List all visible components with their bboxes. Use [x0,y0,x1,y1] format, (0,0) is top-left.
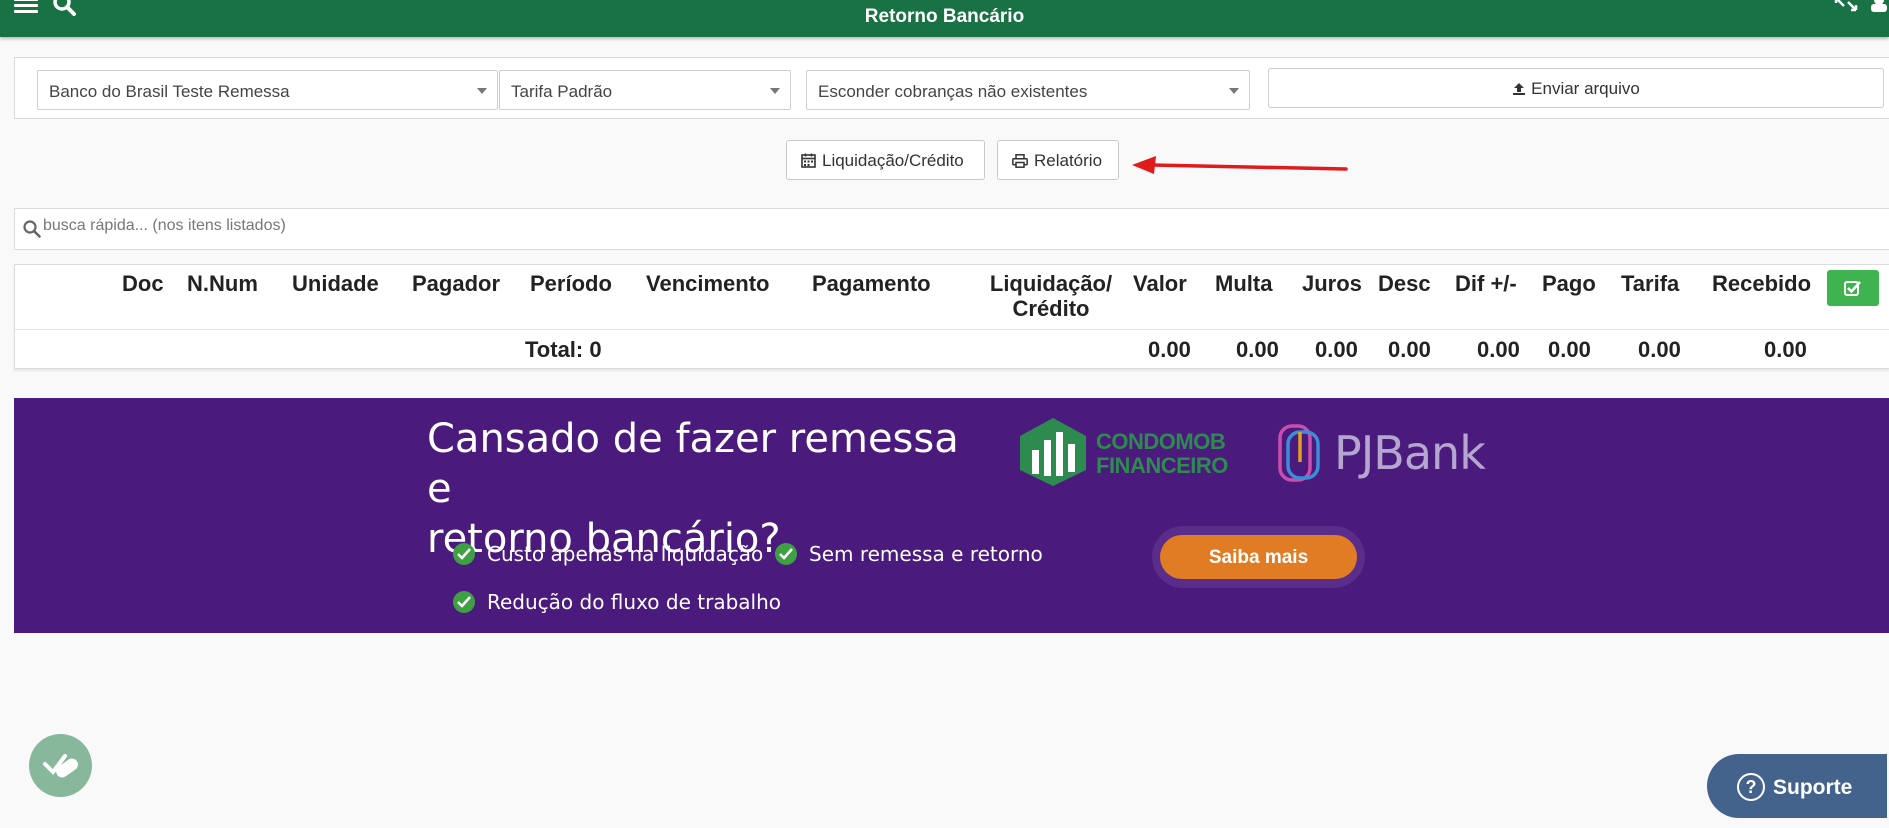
filter-panel: Banco do Brasil Teste Remessa Tarifa Pad… [14,57,1889,119]
upload-icon [1513,83,1526,95]
caret-down-icon [1229,88,1239,94]
relatorio-label: Relatório [1034,151,1103,170]
visibility-select[interactable]: Esconder cobranças não existentes [806,70,1250,110]
column-header-juros[interactable]: Juros [1302,271,1362,296]
pjbank-logo-text: PJBank [1334,426,1486,480]
promo-banner[interactable]: Cansado de fazer remessa e retorno bancá… [14,398,1889,633]
page-title: Retorno Bancário [864,6,1025,27]
column-header-liquidacao-line1: Liquidação/ [989,271,1113,296]
banner-bullet-1-text: Custo apenas na liquidação [487,542,764,566]
question-icon: ? [1737,773,1765,801]
banner-bullet-2: Sem remessa e retorno [775,542,1043,566]
column-header-periodo[interactable]: Período [530,271,612,296]
support-label: Suporte [1773,776,1853,799]
printer-icon [1012,154,1028,168]
condomob-logo-line2: FINANCEIRO [1096,453,1228,478]
total-recebido: 0.00 [1764,337,1807,362]
check-circle-icon [453,591,475,613]
caret-down-icon [477,88,487,94]
pill-icon [43,754,78,778]
banner-bullet-3-text: Redução do fluxo de trabalho [487,590,781,614]
column-header-dif[interactable]: Dif +/- [1455,271,1517,296]
pjbank-logo: PJBank [1276,420,1506,490]
user-icon[interactable] [1870,0,1888,12]
banner-headline-line1: Cansado de fazer remessa e [427,416,959,512]
quick-search-bar [14,208,1889,250]
total-tarifa: 0.00 [1638,337,1681,362]
condomob-financeiro-logo: CONDOMOB FINANCEIRO [1016,416,1236,492]
column-header-desc[interactable]: Desc [1378,271,1431,296]
column-header-tarifa[interactable]: Tarifa [1621,271,1679,296]
bank-select-value: Banco do Brasil Teste Remessa [49,82,290,101]
column-header-vencimento[interactable]: Vencimento [646,271,769,296]
column-header-liquidacao-line2: Crédito [1012,296,1090,321]
calendar-icon [801,153,816,168]
upload-file-button[interactable]: Enviar arquivo [1268,68,1884,108]
total-count: Total: 0 [525,337,602,362]
visibility-select-value: Esconder cobranças não existentes [818,82,1088,101]
upload-file-label: Enviar arquivo [1531,79,1640,98]
table-divider [15,329,1889,330]
banner-bullet-2-text: Sem remessa e retorno [809,542,1043,566]
total-multa: 0.00 [1236,337,1279,362]
check-circle-icon [775,543,797,565]
condomob-logo-text: CONDOMOB FINANCEIRO [1096,430,1228,478]
floating-pill-button[interactable] [29,734,92,797]
column-header-unidade[interactable]: Unidade [292,271,379,296]
bank-select[interactable]: Banco do Brasil Teste Remessa [37,70,498,110]
column-header-pago[interactable]: Pago [1542,271,1596,296]
banner-bullet-1: Custo apenas na liquidação [453,542,763,566]
column-header-valor[interactable]: Valor [1133,271,1187,296]
column-header-pagador[interactable]: Pagador [412,271,500,296]
column-header-doc[interactable]: Doc [122,271,164,296]
select-all-button[interactable] [1827,270,1879,306]
saiba-mais-label: Saiba mais [1160,535,1357,579]
total-desc: 0.00 [1388,337,1431,362]
top-bar: Retorno Bancário [0,0,1889,37]
liquidacao-credito-label: Liquidação/Crédito [822,151,964,170]
tarifa-select[interactable]: Tarifa Padrão [499,70,791,110]
condomob-building-icon [1020,418,1086,486]
column-header-recebido[interactable]: Recebido [1712,271,1811,296]
total-pago: 0.00 [1548,337,1591,362]
red-annotation-arrow [1132,156,1348,174]
quick-search-input[interactable] [43,217,843,235]
column-header-pagamento[interactable]: Pagamento [812,271,931,296]
saiba-mais-button[interactable]: Saiba mais [1152,526,1365,588]
total-juros: 0.00 [1315,337,1358,362]
caret-down-icon [770,88,780,94]
relatorio-button[interactable]: Relatório [997,140,1119,180]
returns-table: Doc N.Num Unidade Pagador Período Vencim… [14,264,1889,369]
liquidacao-credito-button[interactable]: Liquidação/Crédito [786,140,985,180]
pjbank-mark-icon [1278,424,1320,482]
tarifa-select-value: Tarifa Padrão [511,82,613,101]
check-square-icon [1844,281,1861,296]
condomob-logo-line1: CONDOMOB [1096,429,1226,454]
check-circle-icon [453,543,475,565]
column-header-multa[interactable]: Multa [1215,271,1272,296]
column-header-liquidacao-credito[interactable]: Liquidação/ Crédito [971,271,1131,321]
expand-icon[interactable] [1834,0,1858,12]
banner-bullet-3: Redução do fluxo de trabalho [453,590,781,614]
support-button[interactable]: ? Suporte [1707,754,1887,818]
total-dif: 0.00 [1477,337,1520,362]
total-valor: 0.00 [1148,337,1191,362]
column-header-nnum[interactable]: N.Num [187,271,258,296]
search-icon [23,220,41,238]
